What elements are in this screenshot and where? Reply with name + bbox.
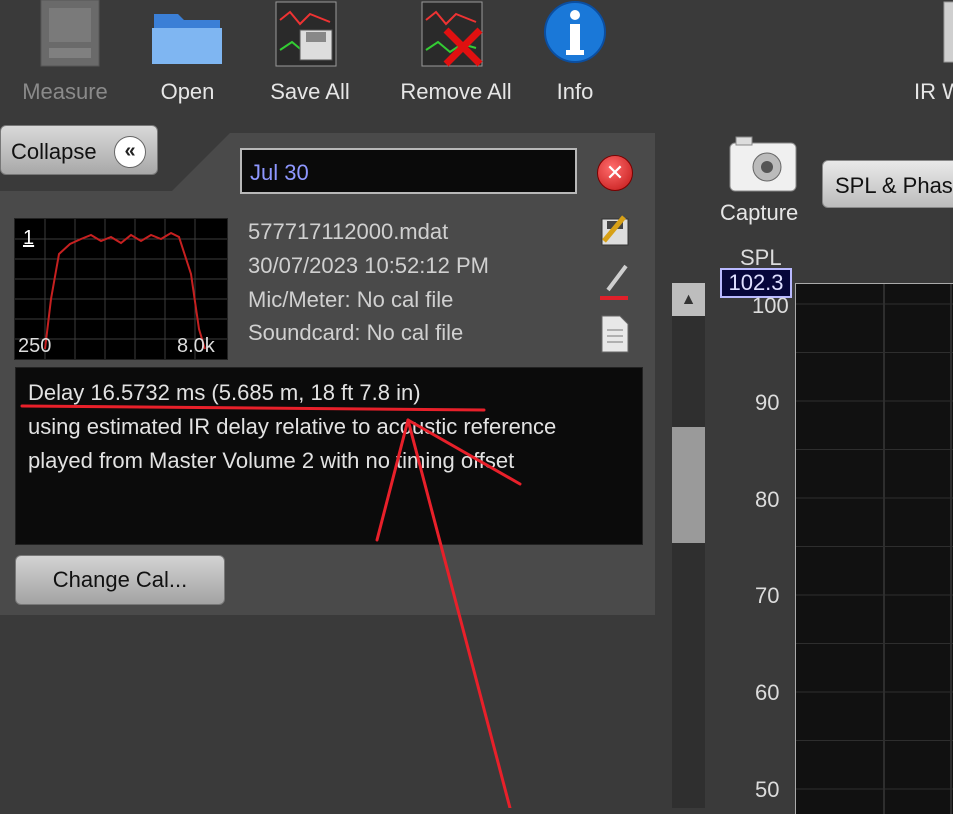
remove-measurement-icon[interactable]: ✕ bbox=[597, 155, 633, 191]
scrollbar-thumb[interactable] bbox=[672, 427, 705, 543]
capture-label: Capture bbox=[720, 200, 799, 225]
notes-line-3: played from Master Volume 2 with no timi… bbox=[28, 448, 515, 473]
y-tick: 70 bbox=[755, 583, 780, 608]
collapse-label: Collapse bbox=[11, 139, 97, 164]
save-all-label: Save All bbox=[270, 79, 350, 104]
y-tick: 60 bbox=[755, 680, 780, 705]
info-icon bbox=[544, 1, 606, 63]
change-cal-button[interactable]: Change Cal... bbox=[15, 555, 225, 605]
save-measurement-icon[interactable] bbox=[598, 213, 632, 247]
open-button[interactable]: Open bbox=[140, 0, 235, 110]
mic-meter-cal: Mic/Meter: No cal file bbox=[248, 287, 454, 312]
measure-label: Measure bbox=[22, 79, 108, 104]
notes-delay-line: Delay 16.5732 ms (5.685 m, 18 ft 7.8 in) bbox=[28, 380, 421, 405]
info-button[interactable]: Info bbox=[540, 0, 610, 110]
y-tick: 90 bbox=[755, 390, 780, 415]
measure-button[interactable]: Measure bbox=[15, 0, 115, 110]
graph-type-dropdown[interactable]: SPL & Phase bbox=[822, 160, 953, 208]
thumbnail-low-freq: 250 bbox=[18, 335, 52, 357]
save-all-button[interactable]: Save All bbox=[260, 0, 360, 110]
panel-scrollbar[interactable]: ▲ bbox=[672, 283, 705, 808]
open-label: Open bbox=[160, 79, 215, 104]
save-all-icon bbox=[275, 1, 337, 67]
notes-line-2: using estimated IR delay relative to aco… bbox=[28, 414, 557, 439]
thumbnail-high-freq: 8.0k bbox=[177, 335, 215, 357]
remove-all-icon bbox=[421, 1, 483, 67]
thumbnail-index: 1 bbox=[23, 227, 35, 249]
plot-grid bbox=[796, 284, 953, 814]
measurement-notes[interactable]: Delay 16.5732 ms (5.685 m, 18 ft 7.8 in)… bbox=[15, 367, 643, 545]
collapse-button[interactable]: Collapse « bbox=[0, 125, 158, 175]
y-tick: 50 bbox=[755, 777, 780, 802]
y-tick: 80 bbox=[755, 487, 780, 512]
remove-all-label: Remove All bbox=[400, 79, 512, 104]
measurement-filename: 577717112000.mdat bbox=[248, 219, 449, 244]
folder-icon bbox=[152, 14, 222, 64]
scroll-up-arrow-icon[interactable]: ▲ bbox=[672, 283, 705, 316]
measurement-name-field[interactable]: Jul 30 bbox=[240, 148, 577, 194]
double-chevron-left-icon: « bbox=[114, 136, 146, 168]
document-icon[interactable] bbox=[598, 314, 632, 354]
info-label: Info bbox=[556, 79, 594, 104]
spl-plot-area[interactable] bbox=[795, 283, 953, 814]
ir-windows-icon bbox=[943, 1, 953, 63]
measurement-datetime: 30/07/2023 10:52:12 PM bbox=[248, 253, 489, 278]
thumbnail-trace bbox=[44, 231, 206, 350]
measure-icon bbox=[40, 0, 100, 67]
ir-windows-label: IR W bbox=[914, 79, 953, 104]
remove-all-button[interactable]: Remove All bbox=[392, 0, 520, 110]
pen-icon[interactable] bbox=[598, 262, 632, 302]
measurement-thumbnail[interactable]: 1 250 8.0k bbox=[14, 218, 228, 360]
y-tick: 100 bbox=[752, 293, 789, 318]
soundcard-cal: Soundcard: No cal file bbox=[248, 320, 464, 345]
ir-windows-button[interactable]: IR W bbox=[912, 0, 953, 110]
